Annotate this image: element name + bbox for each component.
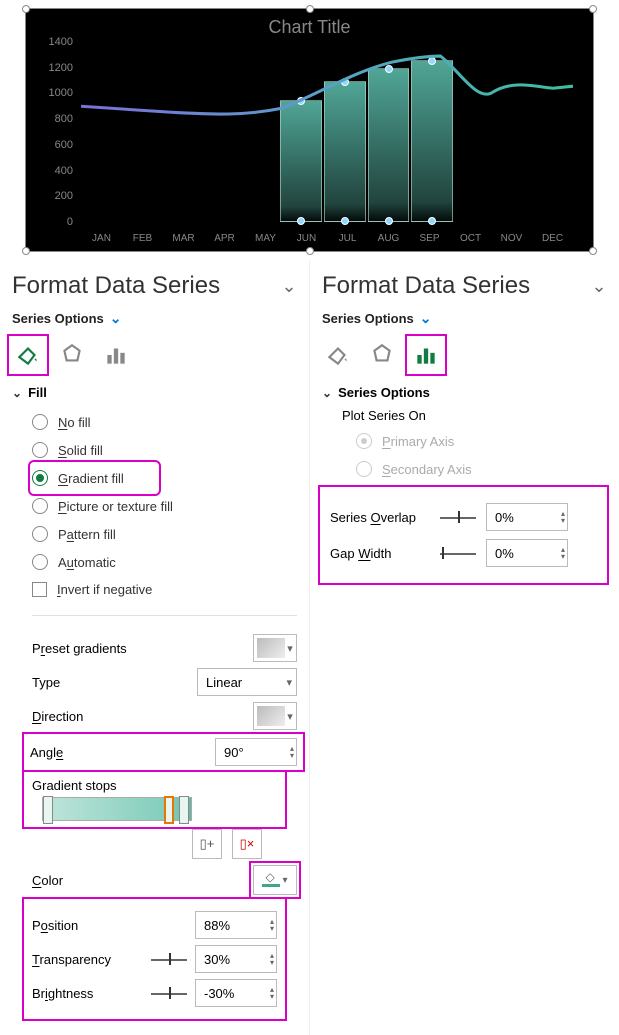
- fill-pattern[interactable]: Pattern fill: [32, 520, 297, 548]
- line-series: [81, 42, 573, 223]
- fill-automatic[interactable]: Automatic: [32, 548, 297, 576]
- tab-fill-line[interactable]: [12, 339, 44, 371]
- chart-preview: Chart Title 0 200 400 600 800 1000 1200 …: [0, 0, 619, 260]
- gradient-stops-editor[interactable]: [42, 797, 192, 821]
- gradient-direction[interactable]: Direction ▾: [32, 702, 297, 730]
- fill-picture[interactable]: Picture or texture fill: [32, 492, 297, 520]
- stop-brightness[interactable]: Brightness -30%▴▾: [32, 979, 277, 1007]
- plot-series-on-label: Plot Series On: [342, 408, 607, 423]
- fill-solid[interactable]: Solid fill: [32, 436, 297, 464]
- fill-section-header[interactable]: ⌄Fill: [12, 385, 297, 400]
- gradient-stops-label: Gradient stops: [32, 778, 277, 793]
- stop-props-group: Position 88%▴▾ Transparency 30%▴▾ Bright…: [26, 901, 283, 1017]
- tab-fill-line[interactable]: [322, 339, 354, 371]
- gradient-type[interactable]: Type Linear▾: [32, 668, 297, 696]
- fill-gradient[interactable]: Gradient fill: [32, 464, 157, 492]
- x-axis: JAN FEB MAR APR MAY JUN JUL AUG SEP OCT …: [81, 233, 573, 244]
- series-options-header[interactable]: ⌄Series Options: [322, 385, 607, 400]
- format-panel-right: Format Data Series ⌄ Series Options⌄ ⌄Se…: [309, 260, 619, 1035]
- tab-series-options[interactable]: [100, 339, 132, 371]
- tab-effects[interactable]: [56, 339, 88, 371]
- preset-gradients[interactable]: Preset gradients ▾: [32, 634, 297, 662]
- collapse-icon[interactable]: ⌄: [281, 278, 297, 294]
- series-overlap[interactable]: Series Overlap 0%▴▾: [330, 503, 597, 531]
- remove-stop-button[interactable]: ▯×: [232, 829, 262, 859]
- fill-no-fill[interactable]: No fill: [32, 408, 297, 436]
- primary-axis: Primary Axis: [356, 427, 607, 455]
- overlap-gap-group: Series Overlap 0%▴▾ Gap Width 0%▴▾: [322, 489, 605, 581]
- add-stop-button[interactable]: ▯+: [192, 829, 222, 859]
- format-panel-left: Format Data Series ⌄ Series Options⌄ ⌄Fi…: [0, 260, 309, 1035]
- gradient-angle[interactable]: Angle 90°▴▾: [26, 736, 301, 768]
- panel-title: Format Data Series: [12, 272, 220, 300]
- y-axis: 0 200 400 600 800 1000 1200 1400: [33, 42, 73, 222]
- collapse-icon[interactable]: ⌄: [591, 278, 607, 294]
- series-options-dropdown[interactable]: Series Options⌄: [12, 310, 297, 327]
- gradient-color[interactable]: Color ▾: [32, 865, 297, 895]
- secondary-axis: Secondary Axis: [356, 455, 607, 483]
- tab-effects[interactable]: [366, 339, 398, 371]
- tab-series-options[interactable]: [410, 339, 442, 371]
- stop-position[interactable]: Position 88%▴▾: [32, 911, 277, 939]
- invert-negative[interactable]: Invert if negative: [32, 576, 297, 603]
- chart-area[interactable]: Chart Title 0 200 400 600 800 1000 1200 …: [25, 8, 594, 252]
- chart-title[interactable]: Chart Title: [26, 9, 593, 42]
- gap-width[interactable]: Gap Width 0%▴▾: [330, 539, 597, 567]
- series-options-dropdown[interactable]: Series Options⌄: [322, 310, 607, 327]
- panel-title: Format Data Series: [322, 272, 530, 300]
- stop-transparency[interactable]: Transparency 30%▴▾: [32, 945, 277, 973]
- gradient-stops-group: Gradient stops: [26, 774, 283, 825]
